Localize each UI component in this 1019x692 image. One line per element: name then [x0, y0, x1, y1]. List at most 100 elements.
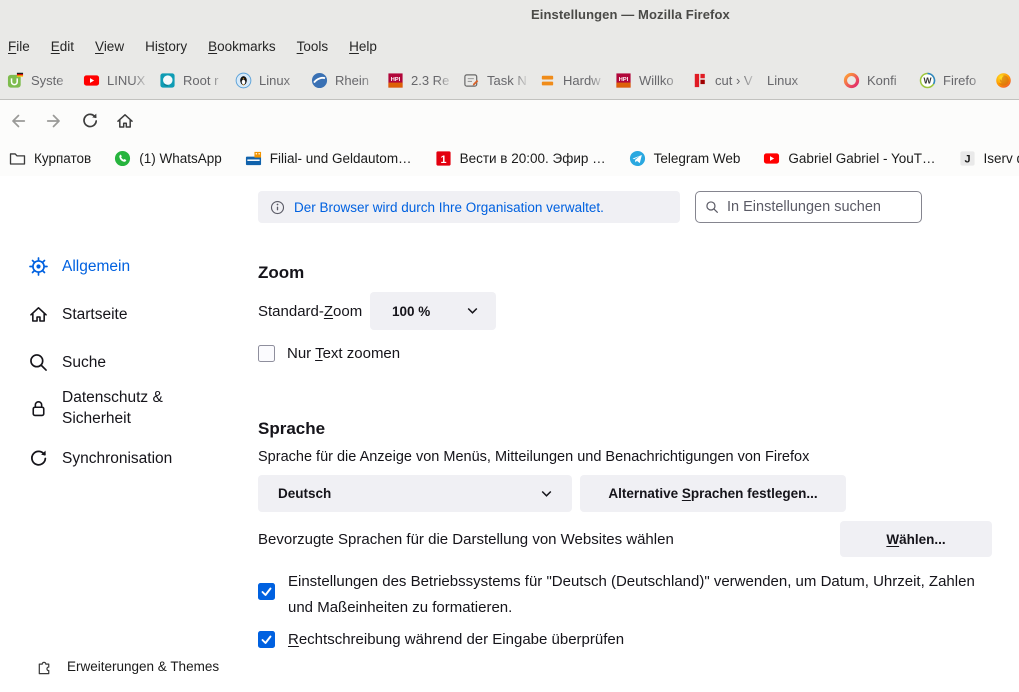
sidebar-item-label: Startseite	[62, 305, 128, 323]
tab-label: 2.3 Re	[411, 73, 450, 88]
sidebar-item-datenschutz-sicherheit[interactable]: Datenschutz & Sicherheit	[28, 387, 238, 429]
bookmark-item[interactable]: 1 Вести в 20:00. Эфир …	[435, 150, 606, 167]
bookmark-item[interactable]: Gabriel Gabriel - YouT…	[763, 150, 936, 167]
svg-text:1: 1	[440, 153, 446, 165]
svg-text:HPI: HPI	[619, 77, 629, 83]
svg-text:J: J	[964, 153, 970, 165]
tab-label: Task N	[487, 73, 527, 88]
menu-file[interactable]: File	[8, 39, 30, 54]
menu-bar: File Edit View History Bookmarks Tools Help	[0, 30, 1019, 62]
bookmark-label: Вести в 20:00. Эфир …	[459, 150, 606, 166]
browser-tab[interactable]: HPI Willko	[608, 62, 684, 99]
cut-icon	[691, 72, 708, 89]
sidebar-item-synchronisation[interactable]: Synchronisation	[28, 438, 238, 478]
mint-system-icon	[7, 72, 24, 89]
youtube-icon	[83, 72, 100, 89]
browser-tab[interactable]: HPI 2.3 Re	[380, 62, 456, 99]
menu-help[interactable]: Help	[349, 39, 377, 54]
browser-tab[interactable]: cut › V	[684, 62, 760, 99]
menu-history[interactable]: History	[145, 39, 187, 54]
sidebar-item-label: Synchronisation	[62, 449, 173, 467]
bookmarks-toolbar: Курпатов (1) WhatsApp Filial- und Geldauto…	[0, 140, 1019, 177]
home-button[interactable]	[112, 108, 138, 134]
text-zoom-row: Nur Text zoomen	[258, 345, 400, 362]
red-one-icon: 1	[435, 150, 452, 167]
konfig-icon	[843, 72, 860, 89]
menu-tools[interactable]: Tools	[297, 39, 329, 54]
sidebar-item-erweiterungen-themes[interactable]: Erweiterungen & Themes	[36, 658, 219, 675]
browser-tab[interactable]: Hardw	[532, 62, 608, 99]
bookmark-label: Iserv der GGS Tonstra…	[983, 150, 1019, 166]
language-dropdown[interactable]: Deutsch	[258, 475, 572, 512]
svg-text:W: W	[923, 76, 932, 86]
tab-label: Rhein	[335, 73, 369, 88]
tab-label: Konfi	[867, 73, 897, 88]
standard-zoom-dropdown[interactable]: 100 %	[370, 292, 496, 330]
w-circle-icon: W	[919, 72, 936, 89]
browser-tab[interactable]: Linux	[228, 62, 304, 99]
window-title: Einstellungen — Mozilla Firefox	[531, 7, 730, 22]
hpi-icon: HPI	[387, 72, 404, 89]
spellcheck-checkbox[interactable]	[258, 631, 275, 648]
bookmark-item[interactable]: Telegram Web	[629, 150, 740, 167]
reload-button[interactable]	[77, 108, 103, 134]
menu-bookmarks[interactable]: Bookmarks	[208, 39, 276, 54]
sidebar-item-label: Allgemein	[62, 257, 131, 275]
tab-label: Linux	[259, 73, 291, 88]
lock-icon	[28, 398, 49, 419]
back-button[interactable]	[5, 108, 31, 134]
bookmark-label: (1) WhatsApp	[139, 150, 222, 166]
browser-tab[interactable]: W Firefo	[912, 62, 988, 99]
browser-tab[interactable]: Task N	[456, 62, 532, 99]
browser-tab[interactable]: Konfi	[836, 62, 912, 99]
sidebar-item-startseite[interactable]: Startseite	[28, 294, 238, 334]
os-locale-checkbox[interactable]	[258, 583, 275, 600]
tab-label: LINUX	[107, 73, 146, 88]
chevron-down-icon	[467, 307, 478, 315]
settings-search-input[interactable]	[725, 198, 909, 216]
bank-icon	[245, 150, 262, 167]
browser-tab[interactable]: Syste	[0, 62, 76, 99]
language-section-heading: Sprache	[258, 419, 326, 438]
bookmark-item[interactable]: Filial- und Geldautom…	[245, 150, 412, 167]
spellcheck-row: Rechtschreibung während der Eingabe über…	[258, 631, 624, 648]
forward-button[interactable]	[41, 108, 67, 134]
sidebar-footer-label: Erweiterungen & Themes	[67, 659, 220, 674]
tab-strip: Syste LINUX Root r Linux Rhein HPI 2.3 Re Task …	[0, 62, 1019, 100]
policy-notice-link[interactable]: Der Browser wird durch Ihre Organisation…	[294, 200, 604, 215]
standard-zoom-value: 100 %	[392, 303, 431, 319]
spellcheck-label: Rechtschreibung während der Eingabe über…	[288, 631, 625, 648]
bookmark-item[interactable]: J Iserv der GGS Tonstra…	[959, 150, 1019, 167]
browser-tab[interactable]: Root r	[152, 62, 228, 99]
alternative-languages-button[interactable]: Alternative Sprachen festlegen...	[580, 475, 846, 512]
os-locale-label: Einstellungen des Betriebssystems für "D…	[288, 573, 975, 616]
info-icon	[270, 200, 285, 214]
linux-penguin-icon	[235, 72, 252, 89]
settings-search	[695, 191, 922, 223]
policy-notice: Der Browser wird durch Ihre Organisation…	[258, 191, 680, 223]
menu-view[interactable]: View	[95, 39, 124, 54]
bookmark-item[interactable]: Курпатов	[9, 150, 91, 167]
browser-tab[interactable]: Linux	[760, 62, 836, 99]
window-titlebar: Einstellungen — Mozilla Firefox	[0, 0, 1019, 30]
standard-zoom-label: Standard-Zoom	[258, 303, 363, 320]
bookmark-item[interactable]: (1) WhatsApp	[114, 150, 222, 167]
tab-label: Syste	[31, 73, 64, 88]
root-icon	[159, 72, 176, 89]
language-dropdown-value: Deutsch	[278, 486, 332, 501]
bookmark-label: Filial- und Geldautom…	[269, 150, 412, 166]
bookmark-label: Курпатов	[34, 150, 92, 166]
menu-edit[interactable]: Edit	[51, 39, 74, 54]
browser-tab[interactable]: Rhein	[304, 62, 380, 99]
home-icon	[28, 304, 49, 325]
puzzle-icon	[36, 658, 53, 675]
hpi-icon: HPI	[615, 72, 632, 89]
browser-tab[interactable]: LINUX	[76, 62, 152, 99]
browser-tab[interactable]	[988, 62, 1019, 99]
sidebar-item-label: Datenschutz & Sicherheit	[62, 389, 163, 427]
text-zoom-checkbox[interactable]	[258, 345, 275, 362]
choose-languages-button[interactable]: Wählen...	[840, 521, 992, 557]
whatsapp-icon	[114, 150, 131, 167]
sidebar-item-suche[interactable]: Suche	[28, 342, 238, 382]
sidebar-item-allgemein[interactable]: Allgemein	[28, 246, 238, 286]
